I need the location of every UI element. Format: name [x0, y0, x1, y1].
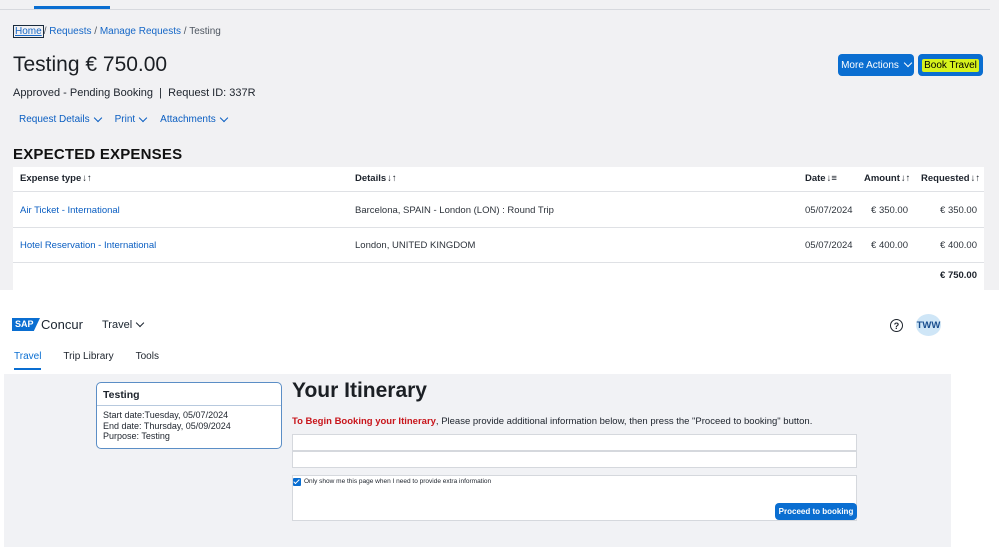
- request-details-label: Request Details: [19, 114, 90, 125]
- trip-details: Start date:Tuesday, 05/07/2024 End date:…: [103, 410, 231, 442]
- show-page-option-label: Only show me this page when I need to pr…: [304, 478, 492, 485]
- column-header-requested[interactable]: Requested↓↑: [921, 173, 980, 184]
- breadcrumb-separator: /: [183, 26, 187, 37]
- expenses-table: Expense type↓↑ Details↓↑ Date↓≡ Amount↓↑…: [13, 167, 984, 290]
- expense-details: Barcelona, SPAIN - London (LON) : Round …: [355, 205, 554, 216]
- expense-details: London, UNITED KINGDOM: [355, 240, 476, 251]
- chevron-down-icon: [138, 113, 148, 122]
- expense-date: 05/07/2024: [805, 205, 853, 216]
- expenses-total: € 750.00: [940, 270, 977, 281]
- chevron-down-icon: [903, 58, 913, 68]
- column-header-details[interactable]: Details↓↑: [355, 173, 397, 184]
- request-id: Request ID: 337R: [168, 87, 256, 99]
- concur-header: SAP Concur Travel ? TWW Travel Trip Libr…: [0, 298, 960, 374]
- concur-logo-word: Concur: [41, 317, 83, 332]
- extra-info-field[interactable]: [292, 451, 857, 468]
- proceed-to-booking-button[interactable]: Proceed to booking: [775, 503, 857, 520]
- expense-type-link[interactable]: Air Ticket - International: [20, 205, 120, 216]
- more-actions-button[interactable]: More Actions: [838, 54, 914, 76]
- sort-icon: ↓↑: [970, 173, 981, 184]
- column-header-expense-type[interactable]: Expense type↓↑: [20, 173, 92, 184]
- breadcrumb: Home / Requests / Manage Requests / Testi…: [13, 25, 221, 38]
- trip-start-date: Start date:Tuesday, 05/07/2024: [103, 410, 229, 420]
- status-divider: |: [156, 87, 166, 99]
- sap-logo-badge: SAP: [12, 318, 40, 331]
- sort-icon: ↓↑: [387, 173, 397, 184]
- divider: [97, 405, 281, 406]
- itinerary-instructions: To Begin Booking your Itinerary, Please …: [292, 416, 812, 427]
- chevron-down-icon: [135, 318, 145, 328]
- trip-title: Testing: [103, 389, 140, 401]
- expense-type-link[interactable]: Hotel Reservation - International: [20, 240, 156, 251]
- print-menu[interactable]: Print: [114, 113, 148, 125]
- column-header-amount[interactable]: Amount↓↑: [864, 173, 910, 184]
- extra-info-field[interactable]: [292, 434, 857, 451]
- chevron-down-icon: [219, 113, 228, 122]
- help-icon[interactable]: ?: [890, 319, 903, 332]
- breadcrumb-manage-link[interactable]: Manage Requests: [100, 26, 181, 37]
- column-label: Requested: [921, 173, 970, 184]
- trip-purpose: Purpose: Testing: [103, 431, 170, 441]
- book-travel-label: Book Travel: [922, 58, 979, 72]
- sap-concur-logo[interactable]: SAP Concur: [12, 317, 83, 332]
- tab-tools[interactable]: Tools: [136, 351, 159, 370]
- row-divider: [13, 227, 984, 228]
- breadcrumb-separator: /: [43, 26, 47, 37]
- breadcrumb-requests-link[interactable]: Requests: [49, 26, 91, 37]
- column-header-date[interactable]: Date↓≡: [805, 173, 837, 184]
- breadcrumb-current: Testing: [189, 26, 221, 37]
- product-menu[interactable]: Travel: [102, 318, 145, 331]
- status-text: Approved - Pending Booking: [13, 87, 154, 99]
- request-status-line: Approved - Pending Booking | Request ID:…: [13, 87, 256, 99]
- itinerary-title: Your Itinerary: [292, 379, 427, 402]
- expense-amount: € 350.00: [871, 205, 908, 216]
- book-travel-button[interactable]: Book Travel: [918, 54, 983, 76]
- expected-expenses-heading: EXPECTED EXPENSES: [13, 146, 183, 163]
- product-menu-label: Travel: [102, 319, 133, 331]
- concur-tabs: Travel Trip Library Tools: [14, 351, 159, 370]
- request-panel: Home / Requests / Manage Requests / Testi…: [0, 0, 999, 296]
- column-label: Date: [805, 173, 826, 184]
- expense-requested: € 400.00: [940, 240, 977, 251]
- attachments-menu[interactable]: Attachments: [160, 113, 228, 125]
- instructions-text: , Please provide additional information …: [435, 416, 813, 427]
- trip-end-date: End date: Thursday, 05/09/2024: [103, 420, 231, 431]
- request-details-menu[interactable]: Request Details: [19, 113, 102, 125]
- request-menu-links: Request Details Print Attachments: [19, 113, 228, 125]
- tab-trip-library[interactable]: Trip Library: [63, 351, 113, 370]
- expense-amount: € 400.00: [871, 240, 908, 251]
- sort-icon: ↓≡: [826, 173, 837, 184]
- breadcrumb-home-link[interactable]: Home: [13, 25, 44, 38]
- column-label: Expense type: [20, 173, 82, 184]
- page-title: Testing € 750.00: [13, 53, 168, 76]
- chevron-down-icon: [93, 113, 102, 122]
- divider: [0, 9, 990, 10]
- instructions-emphasis: To Begin Booking your Itinerary: [292, 416, 436, 427]
- expense-requested: € 350.00: [940, 205, 977, 216]
- more-actions-label: More Actions: [841, 59, 899, 71]
- panel-gap: [0, 290, 999, 298]
- row-divider: [13, 262, 984, 263]
- sort-icon: ↓↑: [82, 173, 92, 184]
- print-label: Print: [114, 114, 136, 125]
- expense-date: 05/07/2024: [805, 240, 853, 251]
- tab-travel[interactable]: Travel: [14, 351, 42, 370]
- breadcrumb-separator: /: [94, 26, 98, 37]
- checkbox-checked-icon[interactable]: [293, 478, 301, 486]
- avatar[interactable]: TWW: [916, 314, 941, 336]
- row-divider: [13, 191, 984, 192]
- column-label: Details: [355, 173, 387, 184]
- column-label: Amount: [864, 173, 900, 184]
- trip-summary-card: Testing Start date:Tuesday, 05/07/2024 E…: [96, 382, 282, 449]
- attachments-label: Attachments: [160, 114, 216, 125]
- sort-icon: ↓↑: [900, 173, 911, 184]
